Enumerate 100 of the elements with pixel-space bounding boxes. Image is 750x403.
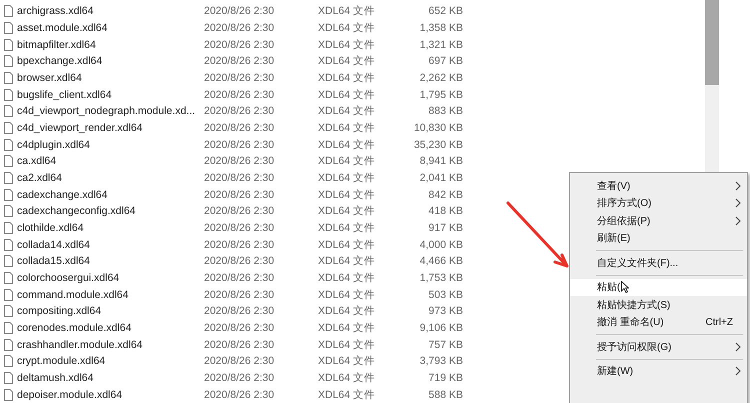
file-icon xyxy=(4,22,13,34)
file-name[interactable]: ca2.xdl64 xyxy=(17,172,204,184)
menu-item[interactable]: 自定义文件夹(F)... xyxy=(570,254,747,272)
file-type: XDL64 文件 xyxy=(318,254,376,268)
menu-label: 查看(V) xyxy=(597,180,630,193)
file-name[interactable]: clothilde.xdl64 xyxy=(17,222,204,234)
file-name[interactable]: bugslife_client.xdl64 xyxy=(17,88,204,101)
file-name[interactable]: crypt.module.xdl64 xyxy=(17,355,204,368)
file-name[interactable]: c4d_viewport_render.xdl64 xyxy=(17,122,204,134)
file-type: XDL64 文件 xyxy=(318,71,376,86)
file-size: 757 KB xyxy=(428,338,463,351)
file-date: 2020/8/26 2:30 xyxy=(204,238,276,251)
file-size: 4,000 KB xyxy=(418,238,463,251)
file-size: 4,466 KB xyxy=(418,255,463,268)
file-icon xyxy=(4,172,13,184)
cursor-icon xyxy=(621,281,630,294)
menu-item[interactable]: 粘贴快捷方式(S) xyxy=(570,296,747,314)
menu-item[interactable]: 粘贴( xyxy=(570,278,747,296)
menu-item[interactable]: 分组依据(P) xyxy=(570,212,747,230)
file-date: 2020/8/26 2:30 xyxy=(204,55,276,68)
file-date: 2020/8/26 2:30 xyxy=(204,38,276,51)
scrollbar-thumb[interactable] xyxy=(705,0,719,85)
file-name[interactable]: collada15.xdl64 xyxy=(17,255,204,268)
file-name[interactable]: ca.xdl64 xyxy=(17,155,204,168)
file-size: 2,262 KB xyxy=(418,72,463,84)
file-name[interactable]: archigrass.xdl64 xyxy=(17,5,204,18)
file-date: 2020/8/26 2:30 xyxy=(204,172,276,184)
file-date: 2020/8/26 2:30 xyxy=(204,22,276,34)
file-icon xyxy=(4,255,13,268)
file-icon xyxy=(4,55,13,68)
menu-item[interactable]: 刷新(E) xyxy=(570,230,747,247)
file-name[interactable]: c4d_viewport_nodegraph.module.xd... xyxy=(17,105,204,118)
file-name[interactable]: collada14.xdl64 xyxy=(17,238,204,251)
file-name[interactable]: bpexchange.xdl64 xyxy=(17,55,204,68)
file-date: 2020/8/26 2:30 xyxy=(204,355,276,368)
file-type: XDL64 文件 xyxy=(318,271,376,286)
file-date: 2020/8/26 2:30 xyxy=(204,105,276,118)
file-type: XDL64 文件 xyxy=(318,138,376,152)
file-type: XDL64 文件 xyxy=(318,338,376,352)
file-name[interactable]: colorchoosergui.xdl64 xyxy=(17,272,204,284)
menu-label: 撤消 重命名(U) xyxy=(597,316,664,330)
file-type: XDL64 文件 xyxy=(318,38,376,52)
file-type: XDL64 文件 xyxy=(318,238,376,252)
menu-label: 排序方式(O) xyxy=(597,196,652,210)
file-name[interactable]: cadexchangeconfig.xdl64 xyxy=(17,205,204,218)
file-date: 2020/8/26 2:30 xyxy=(204,372,276,384)
file-date: 2020/8/26 2:30 xyxy=(204,155,276,168)
file-date: 2020/8/26 2:30 xyxy=(204,338,276,351)
file-type: XDL64 文件 xyxy=(318,54,376,68)
menu-item[interactable]: 查看(V) xyxy=(570,177,747,194)
file-size: 697 KB xyxy=(428,55,463,68)
file-icon xyxy=(4,122,13,134)
file-icon xyxy=(4,5,13,18)
file-name[interactable]: asset.module.xdl64 xyxy=(17,22,204,34)
file-icon xyxy=(4,88,13,101)
file-name[interactable]: corenodes.module.xdl64 xyxy=(17,322,204,334)
menu-item[interactable]: 授予访问权限(G) xyxy=(570,338,747,356)
file-icon xyxy=(4,72,13,84)
file-date: 2020/8/26 2:30 xyxy=(204,388,276,401)
file-type: XDL64 文件 xyxy=(318,121,376,136)
file-size: 1,321 KB xyxy=(418,38,463,51)
file-name[interactable]: deltamush.xdl64 xyxy=(17,372,204,384)
file-type: XDL64 文件 xyxy=(318,321,376,336)
file-date: 2020/8/26 2:30 xyxy=(204,272,276,284)
file-type: XDL64 文件 xyxy=(318,154,376,168)
file-date: 2020/8/26 2:30 xyxy=(204,222,276,234)
file-name[interactable]: depoiser.module.xdl64 xyxy=(17,388,204,401)
menu-item[interactable]: 新建(W) xyxy=(570,362,747,380)
file-type: XDL64 文件 xyxy=(318,354,376,368)
file-size: 1,753 KB xyxy=(418,272,463,284)
menu-item[interactable]: 排序方式(O) xyxy=(570,194,747,212)
file-date: 2020/8/26 2:30 xyxy=(204,322,276,334)
file-name[interactable]: cadexchange.xdl64 xyxy=(17,188,204,201)
file-name[interactable]: crashhandler.module.xdl64 xyxy=(17,338,204,351)
file-type: XDL64 文件 xyxy=(318,4,376,18)
menu-label: 粘贴快捷方式(S) xyxy=(597,298,670,312)
file-size: 9,106 KB xyxy=(418,322,463,334)
file-name[interactable]: browser.xdl64 xyxy=(17,72,204,84)
file-icon xyxy=(4,38,13,51)
menu-label: 自定义文件夹(F)... xyxy=(597,256,678,270)
file-name[interactable]: c4dplugin.xdl64 xyxy=(17,138,204,151)
file-type: XDL64 文件 xyxy=(318,288,376,302)
file-size: 1,358 KB xyxy=(418,22,463,34)
file-type: XDL64 文件 xyxy=(318,304,376,318)
file-size: 883 KB xyxy=(428,105,463,118)
file-date: 2020/8/26 2:30 xyxy=(204,122,276,134)
menu-label: 粘贴( xyxy=(597,280,620,294)
menu-label: 新建(W) xyxy=(597,364,634,378)
file-size: 10,830 KB xyxy=(412,122,463,134)
file-icon xyxy=(4,288,13,301)
file-date: 2020/8/26 2:30 xyxy=(204,88,276,101)
file-name[interactable]: compositing.xdl64 xyxy=(17,305,204,318)
file-type: XDL64 文件 xyxy=(318,188,376,202)
file-type: XDL64 文件 xyxy=(318,204,376,218)
file-name[interactable]: bitmapfilter.xdl64 xyxy=(17,38,204,51)
file-date: 2020/8/26 2:30 xyxy=(204,255,276,268)
file-type: XDL64 文件 xyxy=(318,388,376,402)
file-icon xyxy=(4,272,13,284)
file-name[interactable]: command.module.xdl64 xyxy=(17,288,204,301)
menu-item[interactable]: 撤消 重命名(U) Ctrl+Z xyxy=(570,314,747,331)
